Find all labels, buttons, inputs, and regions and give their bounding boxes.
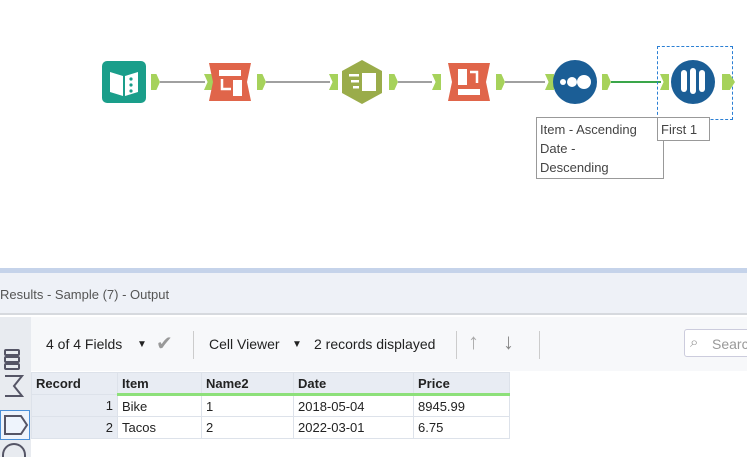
output-anchor[interactable] xyxy=(722,74,735,90)
input-anchor[interactable] xyxy=(329,74,338,90)
connection xyxy=(160,81,205,83)
input-anchor[interactable] xyxy=(432,74,441,90)
table-row[interactable]: 1 Bike 1 2018-05-04 8945.99 xyxy=(31,394,510,417)
profile-icon[interactable] xyxy=(2,443,26,457)
cell[interactable]: 8945.99 xyxy=(413,394,510,417)
workflow-canvas[interactable]: Item - Ascending Date - Descending First… xyxy=(0,0,747,268)
record-cell[interactable]: 1 xyxy=(31,394,118,417)
chevron-down-icon[interactable]: ▼ xyxy=(137,339,147,350)
formula-tool[interactable] xyxy=(339,59,385,105)
column-header[interactable]: Item xyxy=(117,372,202,396)
metadata-icon[interactable] xyxy=(2,346,22,372)
annotation-line: Item - Ascending xyxy=(540,122,637,137)
arrow-down-icon[interactable]: ↓ xyxy=(503,329,514,355)
annotation-text: First 1 xyxy=(661,122,698,137)
cell[interactable]: 2022-03-01 xyxy=(293,416,414,439)
arrow-up-icon[interactable]: ↑ xyxy=(468,329,479,355)
search-input[interactable]: ⌕ Search xyxy=(684,329,747,357)
results-toolbar: 4 of 4 Fields ▼ ✔ Cell Viewer ▼ 2 record… xyxy=(31,317,747,371)
cell[interactable]: Tacos xyxy=(117,416,202,439)
transpose-tool[interactable] xyxy=(446,59,492,105)
cell[interactable]: 2018-05-04 xyxy=(293,394,414,417)
connection xyxy=(398,81,432,83)
summarize-icon[interactable] xyxy=(2,373,25,399)
results-table: Record Item Name2 Date Price 1 Bike 1 20… xyxy=(31,372,510,439)
cell[interactable]: 2 xyxy=(201,416,294,439)
divider xyxy=(193,331,194,359)
column-header[interactable]: Date xyxy=(293,372,414,396)
sort-tool[interactable] xyxy=(552,59,598,105)
output-anchor[interactable] xyxy=(257,74,266,90)
input-data-tool[interactable] xyxy=(101,59,147,105)
sample-annotation: First 1 xyxy=(657,117,710,141)
output-anchor[interactable] xyxy=(602,74,611,90)
data-view-icon[interactable] xyxy=(0,410,30,440)
cell[interactable]: 1 xyxy=(201,394,294,417)
column-header[interactable]: Record xyxy=(31,372,118,395)
results-title: Results - Sample (7) - Output xyxy=(0,287,170,302)
cell[interactable]: 6.75 xyxy=(413,416,510,439)
record-cell[interactable]: 2 xyxy=(31,416,118,439)
checkmark-icon[interactable]: ✔ xyxy=(156,331,173,356)
annotation-line: Date - xyxy=(540,141,576,156)
cell-viewer-dropdown[interactable]: Cell Viewer xyxy=(209,336,280,352)
sample-tool[interactable] xyxy=(670,59,716,105)
search-icon: ⌕ xyxy=(690,334,699,351)
connection xyxy=(505,81,545,83)
connection xyxy=(611,81,661,83)
results-sidebar xyxy=(0,317,31,457)
output-anchor[interactable] xyxy=(389,74,398,90)
column-header[interactable]: Price xyxy=(413,372,510,396)
column-header[interactable]: Name2 xyxy=(201,372,294,396)
divider xyxy=(456,331,457,359)
records-displayed: 2 records displayed xyxy=(314,336,436,352)
chevron-down-icon[interactable]: ▼ xyxy=(292,339,302,350)
results-header: Results - Sample (7) - Output xyxy=(0,273,747,315)
output-anchor[interactable] xyxy=(151,74,160,90)
sort-annotation: Item - Ascending Date - Descending xyxy=(536,117,664,179)
fields-dropdown[interactable]: 4 of 4 Fields xyxy=(46,336,122,352)
connection xyxy=(266,81,330,83)
output-anchor[interactable] xyxy=(496,74,505,90)
table-header-row: Record Item Name2 Date Price xyxy=(31,372,510,396)
table-row[interactable]: 2 Tacos 2 2022-03-01 6.75 xyxy=(31,416,510,439)
annotation-line: Descending xyxy=(540,160,609,175)
divider xyxy=(539,331,540,359)
select-tool[interactable] xyxy=(207,59,253,105)
cell[interactable]: Bike xyxy=(117,394,202,417)
search-placeholder: Search xyxy=(712,336,747,352)
